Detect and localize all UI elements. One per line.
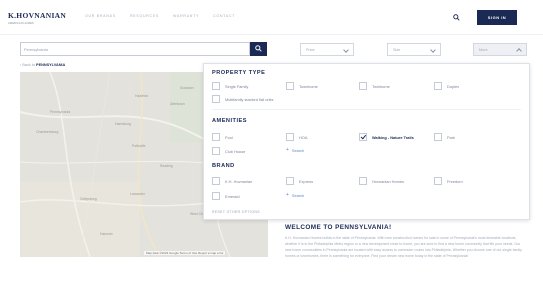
welcome-heading: WELCOME TO PENNSYLVANIA! [285,224,392,231]
nav-item-contact[interactable]: CONTACT [213,14,235,18]
link-label: Search [291,147,305,153]
search-icon[interactable] [453,14,460,21]
plus-icon: + [286,147,289,153]
checkbox[interactable] [434,133,442,141]
filter-brand-hovnanian-homes[interactable]: Hovnanian Homes [359,177,404,185]
map-label: Hanover [100,232,113,236]
option-label: Duplex [447,83,460,89]
amenities-search-link[interactable]: + Search [286,147,304,153]
filter-brand-kh-hovnanian[interactable]: K.H. Hovnanian [212,177,252,185]
map-label: Pottsville [132,144,146,148]
filter-twinhome[interactable]: Twinhome [359,82,390,90]
filter-brand-emerald[interactable]: Emerald [212,192,240,200]
option-label: K.H. Hovnanian [225,178,253,184]
map-label: Gettysburg [80,197,97,201]
option-label: Park [447,134,455,140]
filter-single-family[interactable]: Single Family [212,82,248,90]
search-icon [255,45,262,52]
checkbox[interactable] [359,177,367,185]
checkbox[interactable] [359,82,367,90]
nav-item-resources[interactable]: RESOURCES [130,14,159,18]
checkbox[interactable] [286,82,294,90]
breadcrumb[interactable]: ‹ Back to PENNSYLVANIA [20,63,65,67]
map-label: Allentown [170,102,185,106]
filter-hoa[interactable]: HOA [286,133,307,141]
filter-club-house[interactable]: Club House [212,147,245,155]
amenities-heading: AMENITIES [212,118,247,124]
main-nav: OUR BRANDS RESOURCES WARRANTY CONTACT [85,14,235,18]
filter-multifamily[interactable]: Multifamily stacked flat units [212,95,273,103]
checkbox[interactable] [286,177,294,185]
property-type-heading: PROPERTY TYPE [212,70,266,76]
map-label: Lancaster [130,192,145,196]
checkbox[interactable] [212,192,220,200]
logo[interactable]: K.HOVNANIAN AMERICAN HOMES [8,11,66,25]
checkbox[interactable] [286,133,294,141]
option-label: Townhome [299,83,318,89]
breadcrumb-back: ‹ Back to [20,63,35,67]
more-filter-label: More [479,48,488,52]
size-filter-dropdown[interactable]: Size [387,43,441,56]
welcome-body-text: K.H. Hovnanian Homes builds in the state… [285,236,522,258]
map-label: Chambersburg [36,130,59,134]
map-label: Reading [160,164,173,168]
location-search-input[interactable]: Pennsylvania [20,42,250,56]
filter-duplex[interactable]: Duplex [434,82,459,90]
option-label: Express [299,178,314,184]
sign-in-button[interactable]: SIGN IN [477,10,517,25]
more-filter-dropdown[interactable]: More [473,43,527,56]
price-filter-label: Price [306,48,315,52]
filter-townhome[interactable]: Townhome [286,82,318,90]
brand-search-link[interactable]: + Search [286,192,304,198]
map-label: Scranton [180,86,194,90]
filter-brand-freedom[interactable]: Freedom [434,177,463,185]
filter-pool[interactable]: Pool [212,133,233,141]
map-label: Pennsylvania [50,110,71,114]
nav-item-our-brands[interactable]: OUR BRANDS [85,14,116,18]
chevron-down-icon [430,47,436,53]
option-label: Freedom [447,178,463,184]
option-label: Emerald [225,193,240,199]
nav-item-warranty[interactable]: WARRANTY [173,14,199,18]
checkbox[interactable] [212,82,220,90]
link-label: Search [291,192,305,198]
more-filters-panel: PROPERTY TYPE Single Family Townhome Twi… [203,63,530,220]
size-filter-label: Size [393,48,401,52]
option-label: Single Family [225,83,249,89]
plus-icon: + [286,192,289,198]
option-label: Hovnanian Homes [372,178,405,184]
chevron-up-icon [516,48,522,54]
checkbox[interactable] [434,82,442,90]
logo-tagline: AMERICAN HOMES [8,21,34,25]
map-label: Harrisburg [115,122,131,126]
checkbox[interactable] [434,177,442,185]
option-label: Multifamily stacked flat units [225,96,274,102]
option-label: Walking - Nature Trails [372,134,414,140]
brand-heading: BRAND [212,163,235,169]
option-label: Twinhome [372,83,390,89]
reset-options-link[interactable]: RESET OTHER OPTIONS [212,210,260,214]
checkbox[interactable] [212,133,220,141]
option-label: Pool [225,134,233,140]
breadcrumb-current: PENNSYLVANIA [36,63,66,67]
filter-brand-express[interactable]: Express [286,177,313,185]
checkbox[interactable] [212,95,220,103]
filter-park[interactable]: Park [434,133,455,141]
checkbox[interactable] [212,147,220,155]
filter-walking-nature-trails[interactable]: Walking - Nature Trails [359,133,414,141]
option-label: Club House [225,148,246,154]
price-filter-dropdown[interactable]: Price [300,43,354,56]
checkbox[interactable] [212,177,220,185]
checkbox-checked[interactable] [359,133,367,141]
map-label: Hazleton [135,94,149,98]
logo-wordmark: K.HOVNANIAN [8,11,67,20]
site-header: K.HOVNANIAN AMERICAN HOMES OUR BRANDS RE… [0,0,543,35]
map-attribution[interactable]: Map data ©2023 Google Terms of Use Repor… [144,251,226,255]
search-submit-button[interactable] [250,42,267,56]
section-divider [212,109,521,110]
option-label: HOA [299,134,308,140]
chevron-down-icon [343,47,349,53]
